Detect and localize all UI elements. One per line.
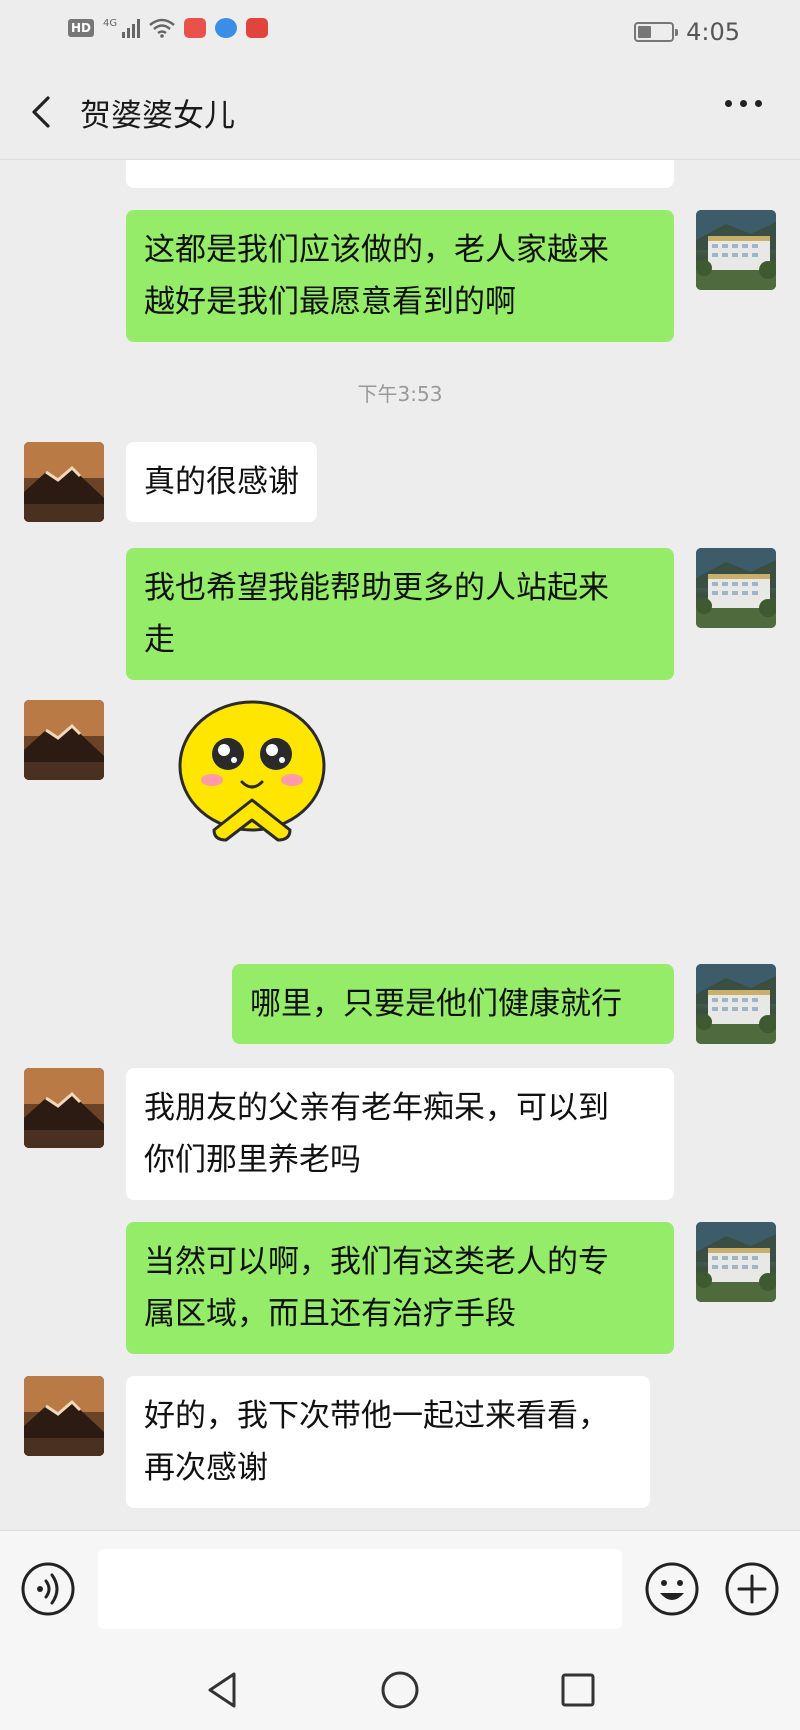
status-bar: HD 4G 4:05 bbox=[0, 0, 800, 62]
message-line: 这都是我们应该做的，老人家越来 bbox=[144, 232, 609, 268]
contact-avatar[interactable] bbox=[24, 442, 104, 522]
message-line: 属区域，而且还有治疗手段 bbox=[144, 1296, 516, 1332]
input-bar bbox=[0, 1530, 800, 1650]
my-avatar[interactable] bbox=[696, 1222, 776, 1302]
emoji-icon[interactable] bbox=[644, 1561, 700, 1617]
message-line: 走 bbox=[144, 622, 175, 658]
hd-icon: HD bbox=[68, 19, 95, 37]
message-line: 越好是我们最愿意看到的啊 bbox=[144, 284, 516, 320]
message-bubble-mine[interactable]: 哪里，只要是他们健康就行 bbox=[232, 964, 674, 1044]
message-line: 我朋友的父亲有老年痴呆，可以到 bbox=[144, 1090, 609, 1126]
app-notification-icon bbox=[246, 18, 269, 38]
message-line: 你们那里养老吗 bbox=[144, 1142, 361, 1178]
wifi-icon bbox=[149, 18, 175, 38]
chat-title: 贺婆婆女儿 bbox=[80, 98, 235, 134]
message-line: 我也希望我能帮助更多的人站起来 bbox=[144, 570, 609, 606]
voice-icon[interactable] bbox=[20, 1561, 76, 1617]
back-arrow-icon[interactable] bbox=[22, 92, 62, 132]
nav-home-icon[interactable] bbox=[376, 1666, 424, 1714]
status-icons-right: 4:05 bbox=[634, 18, 740, 46]
network-type-label: 4G bbox=[103, 18, 118, 29]
battery-icon bbox=[634, 22, 679, 42]
message-line: 真的很感谢 bbox=[144, 464, 299, 500]
nav-recent-icon[interactable] bbox=[554, 1666, 602, 1714]
clock: 4:05 bbox=[686, 18, 740, 46]
message-line: 好的，我下次带他一起过来看看， bbox=[144, 1398, 609, 1434]
message-input[interactable] bbox=[98, 1549, 622, 1629]
nav-back-icon[interactable] bbox=[198, 1666, 246, 1714]
message-bubble-cutoff bbox=[126, 160, 674, 188]
contact-avatar[interactable] bbox=[24, 700, 104, 780]
message-line: 再次感谢 bbox=[144, 1450, 268, 1486]
chat-header: 贺婆婆女儿 bbox=[0, 62, 800, 160]
my-avatar[interactable] bbox=[696, 548, 776, 628]
smiling-emoji-sticker[interactable] bbox=[174, 700, 334, 850]
signal-icon bbox=[122, 18, 141, 38]
message-bubble-theirs[interactable]: 我朋友的父亲有老年痴呆，可以到 你们那里养老吗 bbox=[126, 1068, 674, 1200]
contact-avatar[interactable] bbox=[24, 1376, 104, 1456]
app-notification-icon bbox=[215, 18, 238, 38]
message-bubble-mine[interactable]: 我也希望我能帮助更多的人站起来 走 bbox=[126, 548, 674, 680]
system-nav-bar bbox=[0, 1650, 800, 1730]
message-list[interactable]: 这都是我们应该做的，老人家越来 越好是我们最愿意看到的啊 下午3:53 真的很感… bbox=[0, 160, 800, 1530]
timestamp: 下午3:53 bbox=[357, 382, 443, 406]
my-avatar[interactable] bbox=[696, 964, 776, 1044]
plus-icon[interactable] bbox=[724, 1561, 780, 1617]
app-notification-icon bbox=[184, 18, 207, 38]
message-bubble-mine[interactable]: 这都是我们应该做的，老人家越来 越好是我们最愿意看到的啊 bbox=[126, 210, 674, 342]
my-avatar[interactable] bbox=[696, 210, 776, 290]
message-bubble-theirs[interactable]: 好的，我下次带他一起过来看看， 再次感谢 bbox=[126, 1376, 650, 1508]
contact-avatar[interactable] bbox=[24, 1068, 104, 1148]
message-bubble-theirs[interactable]: 真的很感谢 bbox=[126, 442, 317, 522]
more-icon[interactable] bbox=[725, 100, 762, 107]
message-line: 当然可以啊，我们有这类老人的专 bbox=[144, 1244, 609, 1280]
status-icons-left: HD 4G bbox=[68, 18, 269, 38]
message-bubble-mine[interactable]: 当然可以啊，我们有这类老人的专 属区域，而且还有治疗手段 bbox=[126, 1222, 674, 1354]
message-line: 哪里，只要是他们健康就行 bbox=[250, 986, 622, 1022]
